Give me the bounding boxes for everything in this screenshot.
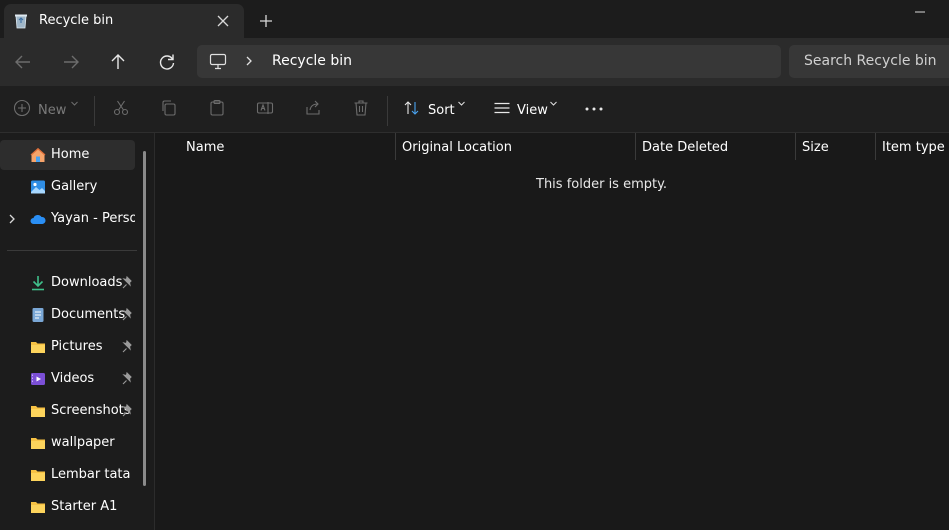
pin-icon[interactable] xyxy=(121,404,133,418)
recycle-bin-icon xyxy=(15,14,27,29)
chevron-down-icon xyxy=(71,101,78,106)
tab-title: Recycle bin xyxy=(39,13,114,28)
computer-icon xyxy=(209,53,227,70)
chevron-right-icon[interactable] xyxy=(243,54,255,68)
minimize-icon[interactable] xyxy=(908,2,932,22)
chevron-down-icon xyxy=(550,101,557,106)
column-header-item-type[interactable]: Item type xyxy=(876,133,949,161)
tab-recycle-bin[interactable]: Recycle bin xyxy=(4,4,244,38)
documents-icon xyxy=(32,308,44,322)
back-arrow-icon[interactable] xyxy=(11,50,35,74)
sidebar-item-downloads[interactable]: Downloads xyxy=(0,268,135,298)
gallery-icon xyxy=(31,180,45,194)
sidebar-item-starter-a1[interactable]: Starter A1 xyxy=(0,492,135,522)
sidebar-item-documents[interactable]: Documents xyxy=(0,300,135,330)
search-placeholder: Search Recycle bin xyxy=(804,53,937,69)
sidebar-item-pictures[interactable]: Pictures xyxy=(0,332,135,362)
rename-icon[interactable] xyxy=(256,99,274,117)
close-icon[interactable] xyxy=(212,10,234,32)
file-list[interactable]: Name Original Location Date Deleted Size… xyxy=(156,133,949,530)
refresh-icon[interactable] xyxy=(155,50,179,74)
sort-button[interactable]: Sort xyxy=(403,99,469,121)
column-header-original-location[interactable]: Original Location xyxy=(396,133,636,161)
plus-circle-icon xyxy=(13,99,31,117)
sort-label: Sort xyxy=(428,103,455,118)
sidebar-item-label: Starter A1 xyxy=(51,499,118,514)
column-header-size[interactable]: Size xyxy=(796,133,876,161)
pin-icon[interactable] xyxy=(121,276,133,290)
folder-icon xyxy=(31,470,45,481)
folder-icon xyxy=(31,438,45,449)
onedrive-icon xyxy=(30,214,46,224)
sidebar-item-label: Yayan - Persor xyxy=(51,211,135,226)
address-row: Recycle bin Search Recycle bin xyxy=(0,38,949,86)
sidebar-item-label: Home xyxy=(51,147,90,162)
toolbar-divider xyxy=(94,96,95,126)
column-header-name[interactable]: Name xyxy=(156,133,396,161)
folder-icon xyxy=(31,406,45,417)
paste-icon[interactable] xyxy=(208,99,226,117)
forward-arrow-icon[interactable] xyxy=(59,50,83,74)
search-box[interactable]: Search Recycle bin xyxy=(789,45,949,78)
delete-icon[interactable] xyxy=(352,99,370,117)
view-button[interactable]: View xyxy=(493,99,565,121)
view-list-icon xyxy=(494,102,510,114)
home-icon xyxy=(30,147,46,162)
breadcrumb[interactable]: Recycle bin xyxy=(272,53,352,69)
sidebar-item-home[interactable]: Home xyxy=(0,140,135,170)
title-bar: Recycle bin xyxy=(0,0,949,38)
more-options-icon[interactable] xyxy=(584,99,604,119)
column-header-date-deleted[interactable]: Date Deleted xyxy=(636,133,796,161)
sidebar-scrollbar[interactable] xyxy=(143,151,146,486)
sidebar-item-label: Gallery xyxy=(51,179,98,194)
sidebar-item-wallpaper[interactable]: wallpaper xyxy=(0,428,135,458)
navigation-pane[interactable]: Home Gallery Yayan - Persor Downloads Do… xyxy=(0,133,155,530)
sidebar-item-screenshots[interactable]: Screenshots xyxy=(0,396,135,426)
sidebar-item-videos[interactable]: Videos xyxy=(0,364,135,394)
chevron-down-icon xyxy=(458,101,465,106)
view-label: View xyxy=(517,103,548,118)
videos-icon xyxy=(31,373,45,385)
command-bar: New Sort View xyxy=(0,86,949,133)
new-button[interactable]: New xyxy=(13,99,81,121)
new-label: New xyxy=(38,103,67,118)
sidebar-item-lembar-tata-ba[interactable]: Lembar tata ba xyxy=(0,460,135,490)
sidebar-divider xyxy=(7,250,137,251)
copy-icon[interactable] xyxy=(160,99,178,117)
download-icon xyxy=(32,276,44,291)
folder-icon xyxy=(31,502,45,513)
pin-icon[interactable] xyxy=(121,372,133,386)
sidebar-item-gallery[interactable]: Gallery xyxy=(0,172,135,202)
cut-icon[interactable] xyxy=(112,99,130,117)
sidebar-item-label: wallpaper xyxy=(51,435,115,450)
share-icon[interactable] xyxy=(304,99,322,117)
new-tab-plus-icon[interactable] xyxy=(255,10,277,32)
toolbar-divider xyxy=(387,96,388,126)
sidebar-item-label: Lembar tata ba xyxy=(51,467,135,482)
folder-icon xyxy=(31,342,45,353)
pin-icon[interactable] xyxy=(121,340,133,354)
sort-icon xyxy=(404,101,419,115)
up-arrow-icon[interactable] xyxy=(106,50,130,74)
pin-icon[interactable] xyxy=(121,308,133,322)
chevron-right-icon[interactable] xyxy=(7,213,17,225)
address-bar[interactable]: Recycle bin xyxy=(197,45,781,78)
empty-folder-message: This folder is empty. xyxy=(536,177,668,192)
sidebar-item-onedrive[interactable]: Yayan - Persor xyxy=(0,204,135,234)
